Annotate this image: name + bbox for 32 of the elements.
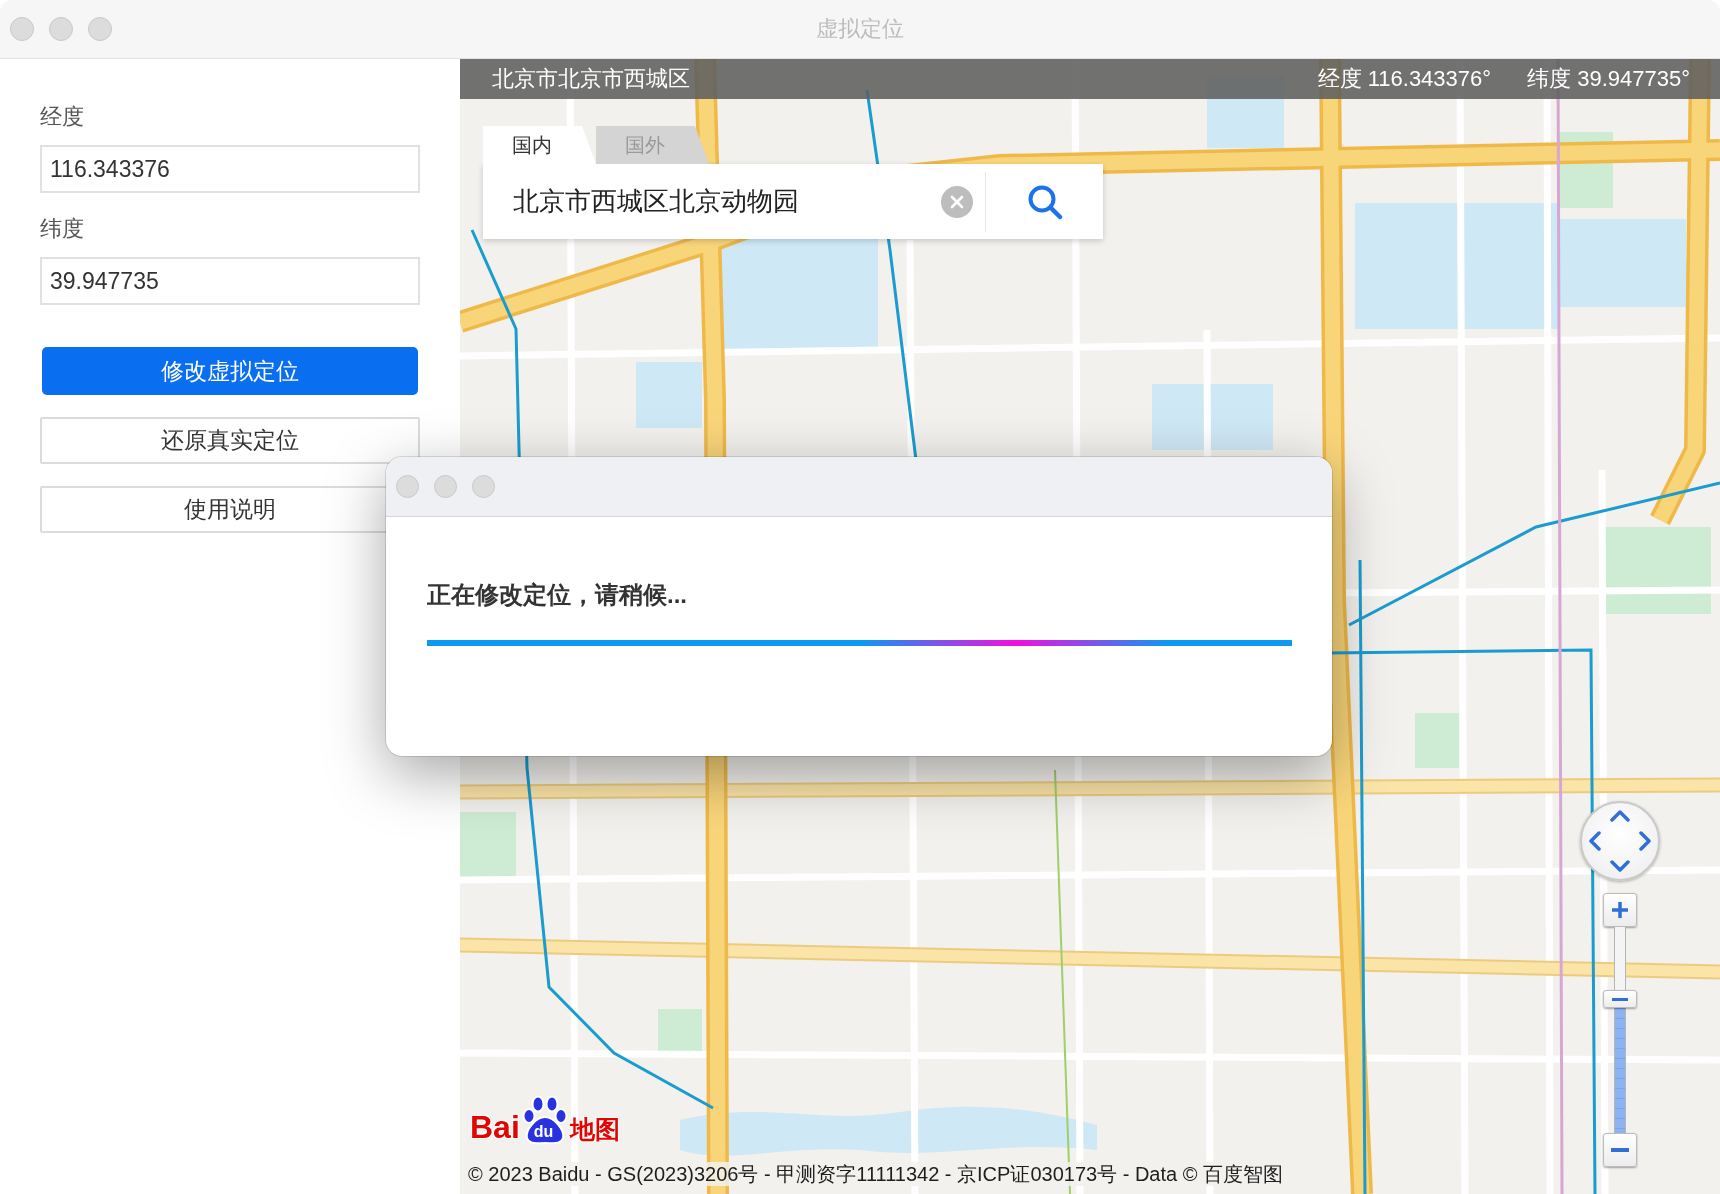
input-field[interactable]: 39.947735	[40, 257, 420, 305]
address-text: 北京市北京市西城区	[492, 65, 690, 93]
chevron-right-icon[interactable]	[1639, 831, 1652, 851]
window-title: 虚拟定位	[816, 15, 904, 43]
coordinate-text: 经度 116.343376°	[1317, 65, 1492, 93]
input-field[interactable]: 116.343376	[40, 145, 420, 193]
zoom-in-button[interactable]	[1603, 893, 1637, 927]
search-field[interactable]: 北京市西城区北京动物园	[483, 164, 931, 239]
tab[interactable]: 国内	[483, 126, 596, 164]
zoom-out-button[interactable]	[1603, 1133, 1637, 1167]
copyright-text: © 2023 Baidu - GS(2023)3206号 - 甲测资字11111342 - 京ICP证030173号 - Data © 百度智图	[468, 1162, 1283, 1186]
field-label: 经度	[40, 103, 85, 131]
minus-icon	[1611, 1148, 1629, 1152]
zoom-slider[interactable]	[1603, 927, 1637, 1133]
coordinate-text: 纬度 39.947735°	[1527, 65, 1690, 93]
search-icon	[1026, 183, 1063, 220]
logo-text: du	[533, 1123, 554, 1141]
paw-icon	[521, 1095, 568, 1145]
chevron-left-icon[interactable]	[1588, 831, 1601, 851]
chevron-down-icon[interactable]	[1610, 860, 1630, 873]
status-message: 正在修改定位，请稍候...	[427, 580, 688, 610]
slider-handle[interactable]	[1603, 990, 1637, 1009]
logo-text: Bai	[470, 1109, 520, 1145]
chevron-up-icon[interactable]	[1610, 809, 1630, 822]
clear-icon	[941, 185, 973, 218]
search-box[interactable]: 北京市西城区北京动物园	[483, 164, 1103, 239]
plus-icon	[1611, 901, 1629, 919]
search-button[interactable]	[986, 164, 1103, 239]
primary-button[interactable]: 修改虚拟定位	[42, 347, 418, 395]
logo-text: 地图	[569, 1114, 620, 1145]
action-button[interactable]: 还原真实定位	[40, 417, 420, 464]
field-label: 纬度	[40, 215, 85, 243]
